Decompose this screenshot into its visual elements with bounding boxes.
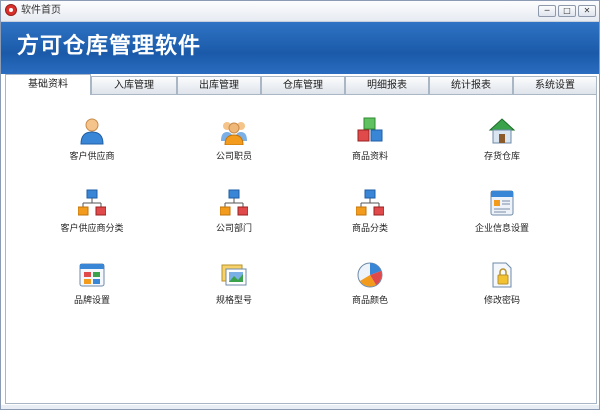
main-tabs: 基础资料 入库管理 出库管理 仓库管理 明细报表 统计报表 系统设置 [5, 74, 599, 95]
department-icon [219, 189, 249, 217]
item-warehouse[interactable]: 存货仓库 [447, 117, 557, 165]
tab-warehouse[interactable]: 仓库管理 [261, 76, 345, 94]
item-product-color[interactable]: 商品颜色 [315, 261, 425, 309]
tab-detail-report[interactable]: 明细报表 [345, 76, 429, 94]
brand-icon [78, 261, 106, 289]
minimize-button[interactable]: ─ [538, 5, 556, 17]
item-customer-category[interactable]: 客户供应商分类 [37, 189, 147, 237]
products-icon [356, 117, 384, 145]
window-title: 软件首页 [21, 5, 61, 16]
password-icon [488, 261, 516, 289]
tab-stat-report[interactable]: 统计报表 [429, 76, 513, 94]
app-logo-icon [5, 4, 17, 16]
item-products[interactable]: 商品资料 [315, 117, 425, 165]
item-change-password[interactable]: 修改密码 [447, 261, 557, 309]
customer-supplier-icon [78, 117, 106, 145]
maximize-button[interactable]: □ [558, 5, 576, 17]
tab-system-settings[interactable]: 系统设置 [513, 76, 597, 94]
item-brand[interactable]: 品牌设置 [37, 261, 147, 309]
customer-category-icon [77, 189, 107, 217]
title-bar[interactable]: 软件首页 ─ □ ✕ [1, 1, 599, 22]
warehouse-icon [488, 117, 516, 145]
tab-outbound[interactable]: 出库管理 [177, 76, 261, 94]
item-department[interactable]: 公司部门 [179, 189, 289, 237]
product-category-icon [355, 189, 385, 217]
content-panel: 客户供应商 公司职员 商品资料 存货仓库 客户供应商分类 公司部门 商品分类 企… [5, 94, 597, 404]
tab-basic-data[interactable]: 基础资料 [5, 74, 91, 95]
app-title: 方可仓库管理软件 [17, 34, 202, 59]
app-window: 软件首页 ─ □ ✕ 方可仓库管理软件 基础资料 入库管理 出库管理 仓库管理 … [0, 0, 600, 410]
close-button[interactable]: ✕ [578, 5, 596, 17]
status-bar [1, 405, 599, 409]
staff-icon [220, 117, 248, 146]
item-product-category[interactable]: 商品分类 [315, 189, 425, 237]
product-color-icon [356, 261, 384, 289]
item-customer-supplier[interactable]: 客户供应商 [37, 117, 147, 165]
item-staff[interactable]: 公司职员 [179, 117, 289, 165]
item-company-info[interactable]: 企业信息设置 [447, 189, 557, 237]
item-spec-model[interactable]: 规格型号 [179, 261, 289, 309]
spec-model-icon [220, 261, 248, 289]
header-banner: 方可仓库管理软件 [1, 22, 599, 74]
tab-inbound[interactable]: 入库管理 [91, 76, 177, 94]
company-info-icon [488, 189, 516, 217]
